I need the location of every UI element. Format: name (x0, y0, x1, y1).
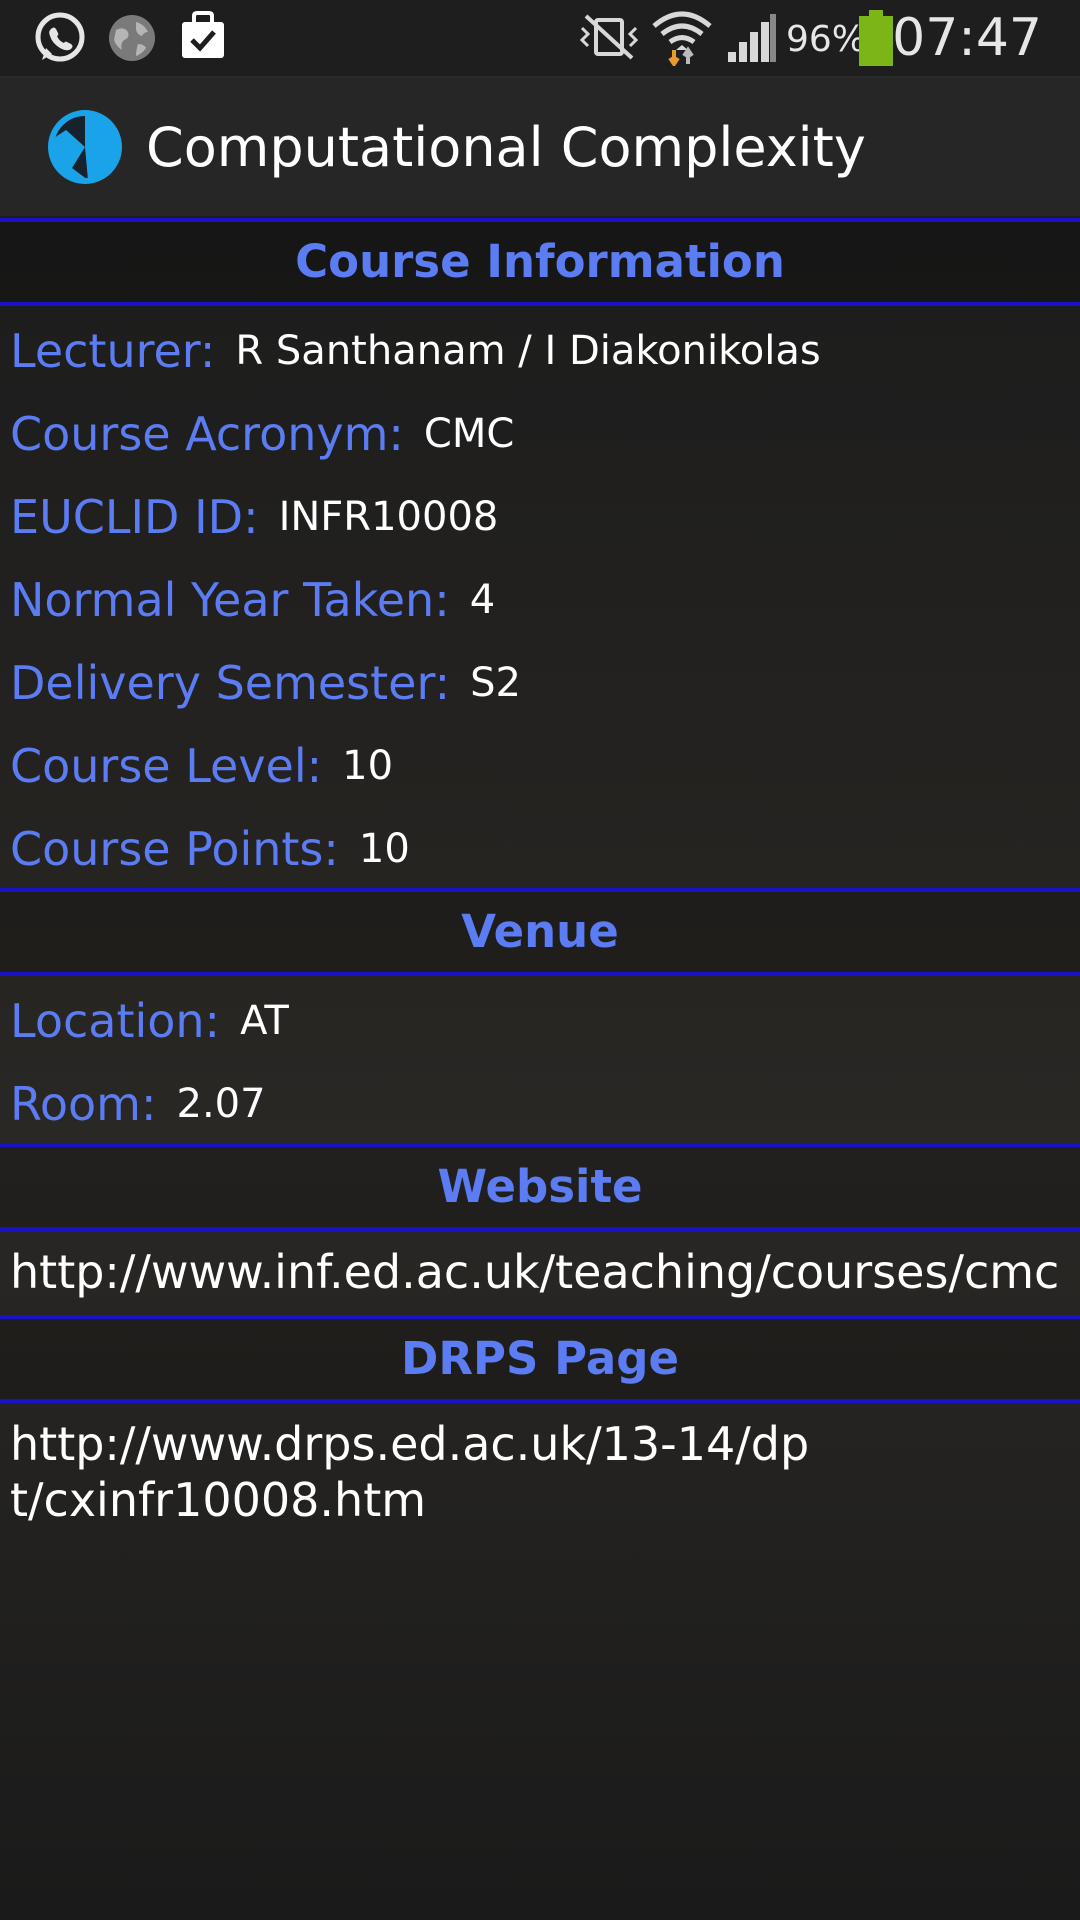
course-details: Course Information Lecturer: R Santhanam… (0, 216, 1080, 1920)
field-label: Location: (10, 994, 221, 1048)
clock-time: 07:47 (892, 8, 1042, 68)
field-label: EUCLID ID: (10, 490, 259, 544)
field-course-acronym: Course Acronym: CMC (10, 393, 514, 475)
section-header-course-information: Course Information (0, 218, 1080, 306)
field-value: 10 (358, 826, 410, 872)
whatsapp-icon (35, 12, 85, 62)
field-lecturer: Lecturer: R Santhanam / I Diakonikolas (10, 310, 821, 392)
field-value: INFR10008 (278, 494, 499, 540)
section-header-drps-page: DRPS Page (0, 1315, 1080, 1403)
action-bar: Computational Complexity (0, 78, 1080, 216)
field-value: R Santhanam / I Diakonikolas (235, 328, 821, 374)
signal-icon (728, 14, 776, 62)
field-label: Delivery Semester: (10, 656, 451, 710)
field-label: Lecturer: (10, 324, 216, 378)
field-value: S2 (470, 660, 521, 706)
field-normal-year-taken: Normal Year Taken: 4 (10, 559, 495, 641)
field-value: 4 (469, 577, 496, 623)
field-location: Location: AT (10, 980, 289, 1062)
field-value: AT (240, 998, 289, 1044)
field-label: Course Level: (10, 739, 323, 793)
field-value: 2.07 (176, 1081, 266, 1127)
globe-icon (109, 15, 155, 61)
field-euclid-id: EUCLID ID: INFR10008 (10, 476, 498, 558)
battery-percent: 96% (786, 19, 867, 60)
field-value: CMC (423, 411, 515, 457)
section-header-website: Website (0, 1143, 1080, 1231)
battery-icon (859, 10, 893, 66)
field-delivery-semester: Delivery Semester: S2 (10, 642, 521, 724)
field-label: Room: (10, 1077, 157, 1131)
drps-link[interactable]: http://www.drps.ed.ac.uk/13-14/dpt/cxinf… (10, 1416, 830, 1528)
field-room: Room: 2.07 (10, 1063, 266, 1145)
vibrate-mute-icon (579, 14, 639, 60)
field-value: 10 (342, 743, 394, 789)
status-bar: 96% 07:47 (0, 0, 1080, 78)
field-label: Course Points: (10, 822, 339, 876)
app-title: Computational Complexity (146, 116, 866, 179)
section-header-venue: Venue (0, 888, 1080, 976)
field-label: Normal Year Taken: (10, 573, 450, 627)
website-link[interactable]: http://www.inf.ed.ac.uk/teaching/courses… (10, 1244, 1070, 1300)
clock-icon[interactable] (46, 108, 124, 186)
wifi-icon (652, 11, 712, 66)
clipboard-check-icon (182, 11, 224, 58)
field-label: Course Acronym: (10, 407, 404, 461)
field-course-level: Course Level: 10 (10, 725, 393, 807)
field-course-points: Course Points: 10 (10, 808, 410, 890)
